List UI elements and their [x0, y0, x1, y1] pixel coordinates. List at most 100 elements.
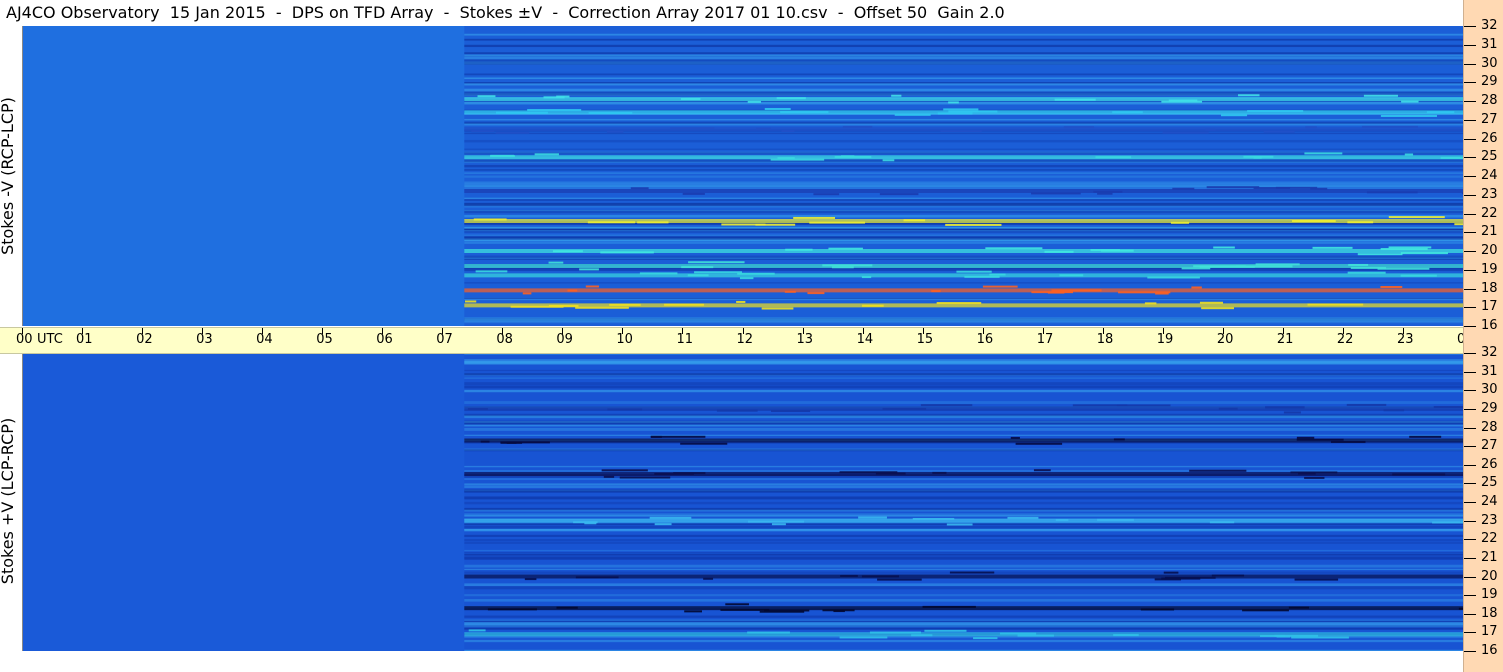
- signal-burst: [813, 193, 840, 196]
- signal-burst: [1193, 265, 1246, 268]
- texture-line: [464, 38, 1464, 41]
- signal-burst: [1401, 100, 1419, 103]
- signal-burst: [524, 578, 537, 581]
- signal-burst: [1305, 126, 1317, 129]
- texture-line: [464, 413, 1464, 417]
- signal-burst: [1147, 276, 1200, 279]
- signal-burst: [1097, 518, 1134, 521]
- signal-burst: [1051, 289, 1102, 292]
- signal-burst: [946, 523, 973, 526]
- signal-burst: [1247, 110, 1304, 113]
- x-tick-label: 06: [376, 332, 393, 347]
- signal-burst: [480, 440, 490, 443]
- texture-line: [464, 121, 1464, 124]
- signal-burst: [680, 97, 701, 100]
- y-tick-mark: [1464, 613, 1476, 615]
- signal-burst: [1054, 98, 1096, 101]
- texture-line: [464, 44, 1464, 48]
- signal-burst: [924, 629, 967, 632]
- frequency-axis-strip: 32 31 30 29 28 27 26 25 24 23 22 21 20 19 18 17 16 32 31 30…: [1463, 0, 1503, 672]
- y-tick-label: 18: [1481, 605, 1498, 621]
- x-tick-label: 04: [256, 332, 273, 347]
- texture-line: [464, 515, 1464, 517]
- signal-burst: [688, 261, 745, 264]
- texture-line: [464, 586, 1464, 588]
- signal-burst: [1063, 126, 1095, 129]
- x-tick-mark: [82, 328, 84, 334]
- texture-line: [464, 485, 1464, 488]
- signal-burst: [1265, 406, 1305, 409]
- signal-burst: [1209, 521, 1235, 524]
- texture-line: [464, 234, 1464, 237]
- texture-line: [464, 54, 1464, 57]
- x-tick-mark: [262, 328, 264, 334]
- signal-burst: [567, 289, 578, 292]
- signal-burst: [464, 300, 477, 303]
- signal-burst: [1347, 271, 1386, 274]
- texture-line: [464, 82, 1464, 84]
- x-tick-mark: [562, 328, 564, 334]
- signal-burst: [903, 219, 926, 222]
- signal-burst: [861, 575, 899, 578]
- x-tick-mark: [1102, 328, 1104, 334]
- signal-burst: [1007, 516, 1039, 519]
- signal-burst: [973, 637, 998, 640]
- signal-burst: [739, 277, 754, 280]
- texture-line: [464, 169, 1464, 171]
- signal-burst: [781, 130, 795, 133]
- signal-burst: [834, 156, 872, 159]
- x-tick-mark: [502, 328, 504, 334]
- signal-burst: [882, 407, 927, 410]
- signal-burst: [1161, 100, 1203, 103]
- signal-burst: [1380, 285, 1403, 288]
- y-tick-label: 29: [1481, 400, 1498, 416]
- signal-burst: [1172, 187, 1195, 190]
- signal-burst: [747, 631, 790, 634]
- y-tick-mark: [1464, 101, 1476, 102]
- signal-burst: [1392, 473, 1446, 476]
- texture-line: [464, 362, 1464, 365]
- signal-burst: [1218, 407, 1238, 410]
- signal-burst: [1095, 156, 1132, 159]
- texture-line: [464, 649, 1464, 651]
- signal-burst: [922, 605, 976, 608]
- y-tick-mark: [1464, 390, 1476, 392]
- signal-burst: [964, 275, 1000, 278]
- signal-burst: [475, 270, 508, 273]
- x-tick-label: 05: [316, 332, 333, 347]
- texture-line: [464, 77, 1464, 80]
- signal-burst: [477, 95, 496, 98]
- texture-line: [464, 181, 1464, 185]
- y-tick-mark: [1464, 651, 1476, 652]
- x-tick-label: 18: [1096, 332, 1114, 347]
- texture-line: [464, 449, 1464, 452]
- spectral-band-0-8: [464, 273, 1464, 278]
- y-tick-mark: [1464, 464, 1476, 466]
- signal-burst: [989, 273, 1006, 276]
- y-tick-mark: [1464, 269, 1476, 271]
- signal-burst: [703, 577, 714, 580]
- y-tick-mark: [1464, 326, 1476, 327]
- texture-line: [464, 539, 1464, 541]
- signal-burst: [1213, 246, 1235, 249]
- y-tick-label: 28: [1481, 419, 1498, 435]
- signal-burst: [1426, 111, 1455, 114]
- signal-burst: [471, 130, 495, 133]
- signal-burst: [1031, 291, 1074, 294]
- texture-line: [464, 622, 1464, 625]
- signal-burst: [600, 251, 654, 254]
- spectral-band-0-7: [464, 264, 1464, 268]
- signal-burst: [1162, 131, 1209, 134]
- y-tick-label: 31: [1481, 36, 1498, 52]
- y-axis-label-bottom: Stokes +V (LCP-RCP): [0, 417, 17, 585]
- signal-burst: [1100, 249, 1134, 252]
- y-tick-label: 19: [1481, 261, 1498, 277]
- y-tick-mark: [1464, 427, 1476, 429]
- texture-line: [464, 583, 1464, 587]
- signal-burst: [1357, 253, 1403, 256]
- y-tick-label: 17: [1481, 624, 1498, 640]
- signal-burst: [1144, 302, 1157, 305]
- texture-line: [464, 52, 1464, 55]
- texture-line: [464, 73, 1464, 76]
- y-tick-mark: [1464, 63, 1476, 65]
